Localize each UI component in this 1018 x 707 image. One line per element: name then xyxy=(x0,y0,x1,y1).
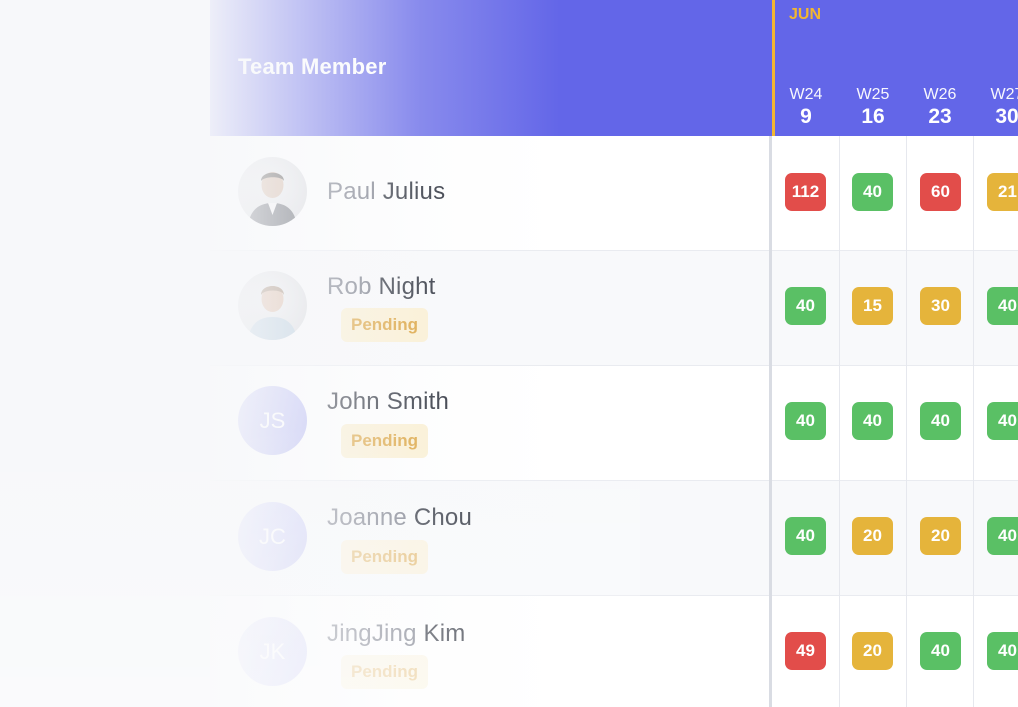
avatar: JK xyxy=(238,617,307,686)
week-number: W24 xyxy=(789,86,823,103)
hours-cell[interactable]: 15 xyxy=(852,287,893,325)
hours-cell[interactable]: 40 xyxy=(785,402,826,440)
hours-cell[interactable]: 40 xyxy=(987,517,1018,555)
hours-cell[interactable]: 40 xyxy=(920,402,961,440)
member-name[interactable]: Joanne Chou xyxy=(327,504,472,532)
status-badge: Pending xyxy=(341,424,429,458)
week-date: 30 xyxy=(995,105,1018,128)
hours-cell[interactable]: 40 xyxy=(920,632,961,670)
avatar: JS xyxy=(238,386,307,455)
week-header-w27[interactable]: W27 30 xyxy=(973,86,1018,129)
member-name[interactable]: John Smith xyxy=(327,388,449,416)
member-column-header[interactable]: Team Member xyxy=(210,0,771,136)
week-date: 23 xyxy=(928,105,952,128)
avatar xyxy=(238,157,307,226)
hours-cell[interactable]: 21 xyxy=(987,173,1018,211)
status-badge: Pending xyxy=(341,540,429,574)
week-header-w25[interactable]: W25 16 xyxy=(839,86,907,129)
column-divider[interactable] xyxy=(769,136,772,707)
person-photo-icon xyxy=(248,172,297,226)
hours-cell[interactable]: 40 xyxy=(987,287,1018,325)
hours-cell[interactable]: 40 xyxy=(987,402,1018,440)
table-row[interactable]: JK JingJing Kim Pending 49 20 40 40 xyxy=(210,596,1018,707)
hours-cell[interactable]: 20 xyxy=(852,632,893,670)
timeline-header: Team Member JUN W24 9 W25 16 W26 23 W27 … xyxy=(210,0,1018,136)
member-cell[interactable]: Rob Night Pending xyxy=(210,251,770,366)
status-badge: Pending xyxy=(341,655,429,689)
week-number: W25 xyxy=(856,86,890,103)
week-divider xyxy=(839,136,840,707)
hours-cell[interactable]: 60 xyxy=(920,173,961,211)
hours-cell[interactable]: 112 xyxy=(785,173,826,211)
week-divider xyxy=(906,136,907,707)
member-cell[interactable]: JC Joanne Chou Pending xyxy=(210,481,770,596)
member-cell[interactable]: JS John Smith Pending xyxy=(210,366,770,481)
table-row[interactable]: Paul Julius 112 40 60 21 xyxy=(210,136,1018,251)
member-name[interactable]: JingJing Kim xyxy=(327,620,465,648)
week-header-w24[interactable]: W24 9 xyxy=(772,86,840,129)
hours-cell[interactable]: 20 xyxy=(852,517,893,555)
week-number: W26 xyxy=(923,86,957,103)
week-header-w26[interactable]: W26 23 xyxy=(906,86,974,129)
member-cell[interactable]: JK JingJing Kim Pending xyxy=(210,596,770,707)
hours-cell[interactable]: 20 xyxy=(920,517,961,555)
hours-cell[interactable]: 40 xyxy=(785,517,826,555)
week-date: 16 xyxy=(861,105,885,128)
week-date: 9 xyxy=(800,105,812,128)
month-label: JUN xyxy=(789,6,822,23)
hours-cell[interactable]: 49 xyxy=(785,632,826,670)
week-divider xyxy=(973,136,974,707)
week-number: W27 xyxy=(990,86,1018,103)
hours-cell[interactable]: 30 xyxy=(920,287,961,325)
status-badge: Pending xyxy=(341,308,429,342)
member-name[interactable]: Rob Night xyxy=(327,273,436,301)
member-cell[interactable]: Paul Julius xyxy=(210,136,770,251)
member-name[interactable]: Paul Julius xyxy=(327,178,445,206)
hours-cell[interactable]: 40 xyxy=(852,402,893,440)
avatar: JC xyxy=(238,502,307,571)
table-row[interactable]: Rob Night Pending 40 15 30 40 xyxy=(210,251,1018,366)
team-member-column-title: Team Member xyxy=(238,54,387,79)
hours-cell[interactable]: 40 xyxy=(785,287,826,325)
hours-cell[interactable]: 40 xyxy=(987,632,1018,670)
person-photo-icon xyxy=(248,286,297,340)
hours-cell[interactable]: 40 xyxy=(852,173,893,211)
avatar xyxy=(238,271,307,340)
table-row[interactable]: JC Joanne Chou Pending 40 20 20 40 xyxy=(210,481,1018,596)
table-row[interactable]: JS John Smith Pending 40 40 40 40 xyxy=(210,366,1018,481)
resource-board: Team Member JUN W24 9 W25 16 W26 23 W27 … xyxy=(210,0,1018,707)
